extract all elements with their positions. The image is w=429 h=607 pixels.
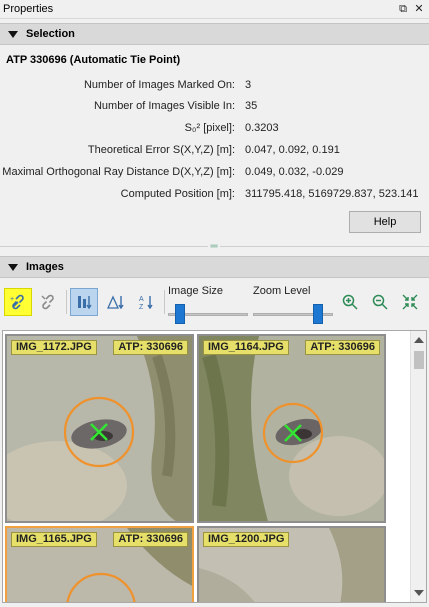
aerial-image-thumbnail xyxy=(7,336,192,521)
computed-position-value: 311795.418, 5169729.837, 523.141 xyxy=(245,188,419,200)
help-button[interactable]: Help xyxy=(349,211,421,233)
selection-title: ATP 330696 (Automatic Tie Point) xyxy=(6,54,181,66)
images-visible-in-value: 35 xyxy=(245,100,258,112)
scroll-down-icon[interactable] xyxy=(414,590,424,596)
atp-id-tag: ATP: 330696 xyxy=(113,532,188,547)
fit-to-window-icon[interactable] xyxy=(396,288,424,316)
sort-name-icon[interactable]: AZ xyxy=(132,288,160,316)
images-marked-on-value: 3 xyxy=(245,79,252,91)
image-gallery: IMG_1172.JPG ATP: 330696 IMG_1164.JPG AT… xyxy=(2,330,427,603)
window-title: Properties xyxy=(3,3,54,15)
svg-text:A: A xyxy=(139,296,144,303)
zoom-out-icon[interactable] xyxy=(366,288,394,316)
image-name-tag: IMG_1172.JPG xyxy=(11,340,97,355)
properties-titlebar: Properties ⧉ ✕ xyxy=(0,0,429,19)
collapse-triangle-icon[interactable] xyxy=(8,264,18,271)
image-tile-selected[interactable]: IMG_1165.JPG ATP: 330696 xyxy=(5,526,194,602)
computed-position-label: Computed Position [m]: xyxy=(120,188,235,200)
images-visible-in-label: Number of Images Visible In: xyxy=(93,100,235,112)
image-name-tag: IMG_1164.JPG xyxy=(203,340,289,355)
s0-pixel-label: S₀² [pixel]: xyxy=(184,122,235,134)
image-name-tag: IMG_1165.JPG xyxy=(11,532,97,547)
images-header-label: Images xyxy=(26,261,64,273)
images-section-header[interactable]: Images xyxy=(0,256,429,278)
atp-id-tag: ATP: 330696 xyxy=(113,340,188,355)
image-tile[interactable]: IMG_1164.JPG ATP: 330696 xyxy=(197,334,386,523)
image-tile[interactable]: IMG_1172.JPG ATP: 330696 xyxy=(5,334,194,523)
image-name-tag: IMG_1200.JPG xyxy=(203,532,290,547)
selection-section-header[interactable]: Selection xyxy=(0,23,429,45)
zoom-level-slider-handle[interactable] xyxy=(312,304,323,324)
scroll-up-icon[interactable] xyxy=(414,337,424,343)
splitter-grip-icon[interactable]: ═ xyxy=(208,242,220,252)
theoretical-error-label: Theoretical Error S(X,Y,Z) [m]: xyxy=(87,144,235,156)
unlink-icon[interactable] xyxy=(34,288,62,316)
svg-text:Z: Z xyxy=(139,304,144,311)
image-size-label: Image Size xyxy=(168,285,224,297)
gallery-scrollbar[interactable] xyxy=(410,331,426,602)
close-icon[interactable]: ✕ xyxy=(412,2,426,16)
image-tile[interactable]: IMG_1200.JPG xyxy=(197,526,386,602)
theoretical-error-value: 0.047, 0.092, 0.191 xyxy=(245,144,340,156)
scroll-thumb[interactable] xyxy=(414,351,424,369)
max-ray-distance-label: Maximal Orthogonal Ray Distance D(X,Y,Z)… xyxy=(2,166,235,178)
sort-error-icon[interactable] xyxy=(101,288,129,316)
images-toolbar: + AZ Image Size Zoom Level xyxy=(0,282,429,326)
zoom-level-label: Zoom Level xyxy=(253,285,311,297)
collapse-triangle-icon[interactable] xyxy=(8,31,18,38)
atp-id-tag: ATP: 330696 xyxy=(305,340,380,355)
svg-text:+: + xyxy=(10,296,14,303)
max-ray-distance-value: 0.049, 0.032, -0.029 xyxy=(245,166,344,178)
link-icon[interactable]: + xyxy=(4,288,32,316)
panel-splitter[interactable]: ═ xyxy=(0,240,429,254)
zoom-in-icon[interactable] xyxy=(336,288,364,316)
image-size-slider-handle[interactable] xyxy=(175,304,185,324)
selection-header-label: Selection xyxy=(26,28,75,40)
images-marked-on-label: Number of Images Marked On: xyxy=(83,79,235,91)
sort-images-icon[interactable] xyxy=(70,288,98,316)
aerial-image-thumbnail xyxy=(199,336,384,521)
s0-pixel-value: 0.3203 xyxy=(245,122,279,134)
float-window-icon[interactable]: ⧉ xyxy=(396,2,410,16)
